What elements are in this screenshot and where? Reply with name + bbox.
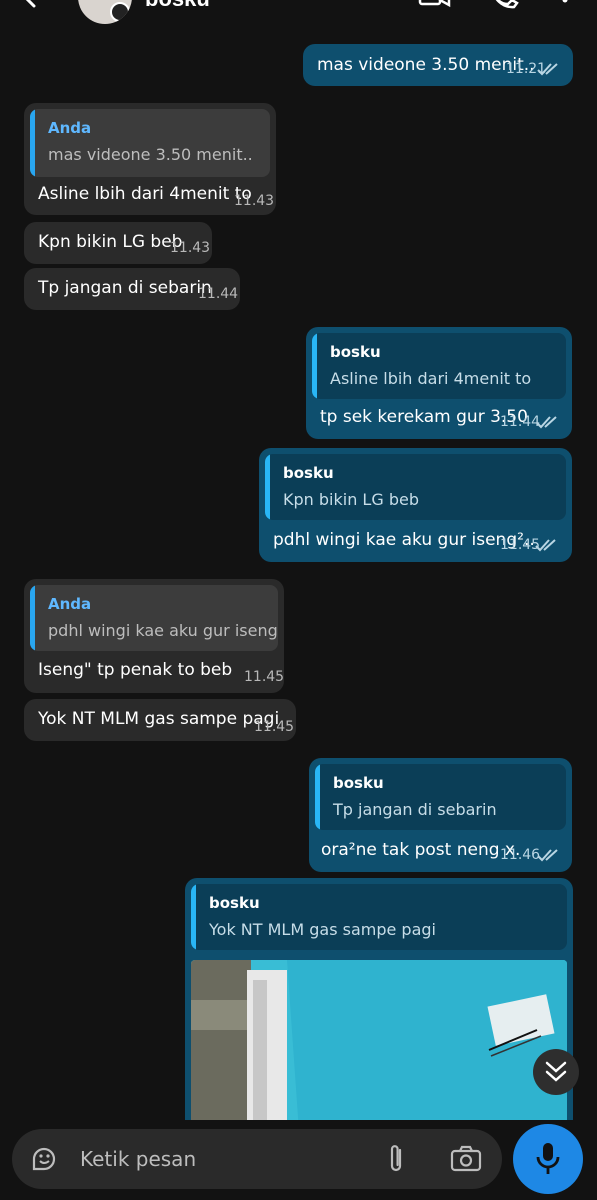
quote-text: mas videone 3.50 menit.. xyxy=(48,145,253,164)
video-call-icon[interactable] xyxy=(418,0,452,16)
double-chevron-down-icon xyxy=(545,1061,567,1082)
avatar[interactable] xyxy=(78,0,132,24)
attach-icon[interactable] xyxy=(384,1144,408,1174)
quote-author: Anda xyxy=(48,595,92,613)
voice-record-button[interactable] xyxy=(513,1124,583,1194)
camera-icon[interactable] xyxy=(450,1145,482,1173)
message-bubble[interactable]: bosku Yok NT MLM gas sampe pagi xyxy=(185,878,573,1120)
scroll-to-bottom-button[interactable] xyxy=(533,1049,579,1095)
message-time: 11.45 xyxy=(254,719,295,735)
more-options-icon[interactable] xyxy=(555,0,575,16)
message-bubble[interactable]: bosku Tp jangan di sebarin ora²ne tak po… xyxy=(309,758,572,872)
back-arrow-icon[interactable] xyxy=(18,0,54,20)
reply-quote[interactable]: bosku Kpn bikin LG beb xyxy=(265,454,566,520)
voice-call-icon[interactable] xyxy=(490,0,524,16)
reply-quote[interactable]: bosku Yok NT MLM gas sampe pagi xyxy=(191,884,567,950)
read-ticks-icon xyxy=(537,63,558,76)
message-bubble[interactable]: Anda pdhl wingi kae aku gur iseng².. Ise… xyxy=(24,579,284,693)
message-bubble[interactable]: Tp jangan di sebarin 11.44 xyxy=(24,268,240,310)
quote-author: bosku xyxy=(330,343,381,361)
quote-author: bosku xyxy=(333,774,384,792)
quote-text: pdhl wingi kae aku gur iseng².. xyxy=(48,621,278,640)
read-ticks-icon xyxy=(535,539,556,552)
message-time: 11.43 xyxy=(234,193,275,209)
quote-text: Asline lbih dari 4menit to xyxy=(330,369,532,388)
message-text: Asline lbih dari 4menit to xyxy=(38,184,252,204)
message-text: Iseng" tp penak to beb xyxy=(38,660,233,680)
message-text: mas videone 3.50 menit.. xyxy=(317,55,535,75)
photo-attachment[interactable] xyxy=(191,960,567,1120)
message-bubble[interactable]: bosku Kpn bikin LG beb pdhl wingi kae ak… xyxy=(259,448,572,562)
message-placeholder: Ketik pesan xyxy=(80,1147,197,1171)
reply-quote[interactable]: Anda mas videone 3.50 menit.. xyxy=(30,109,270,177)
message-bubble[interactable]: bosku Asline lbih dari 4menit to tp sek … xyxy=(306,327,572,439)
message-text: tp sek kerekam gur 3.50 xyxy=(320,407,528,427)
reply-quote[interactable]: bosku Asline lbih dari 4menit to xyxy=(312,333,566,399)
contact-name[interactable]: bosku xyxy=(145,0,210,12)
message-list[interactable]: mas videone 3.50 menit.. 11.21 Anda mas … xyxy=(0,36,597,1120)
microphone-icon xyxy=(536,1143,560,1174)
message-bubble[interactable]: Kpn bikin LG beb 11.43 xyxy=(24,222,212,264)
quote-text: Kpn bikin LG beb xyxy=(283,490,419,509)
quote-bar xyxy=(312,333,317,399)
message-time: 11.46 xyxy=(500,847,541,863)
message-time: 11.44 xyxy=(500,414,541,430)
message-input[interactable]: Ketik pesan xyxy=(12,1129,502,1189)
message-text: Kpn bikin LG beb xyxy=(38,232,183,252)
quote-bar xyxy=(191,884,196,950)
message-composer: Ketik pesan xyxy=(0,1120,597,1200)
quote-bar xyxy=(30,109,35,177)
message-text: ora²ne tak post neng x. xyxy=(321,840,521,860)
quote-text: Yok NT MLM gas sampe pagi xyxy=(209,920,436,939)
quote-bar xyxy=(315,764,320,830)
message-text: Tp jangan di sebarin xyxy=(38,278,212,298)
quote-bar xyxy=(265,454,270,520)
read-ticks-icon xyxy=(536,416,557,429)
message-time: 11.45 xyxy=(244,669,285,685)
reply-quote[interactable]: Anda pdhl wingi kae aku gur iseng².. xyxy=(30,585,278,651)
message-bubble[interactable]: mas videone 3.50 menit.. 11.21 xyxy=(303,44,573,86)
message-text: Yok NT MLM gas sampe pagi xyxy=(38,709,280,729)
read-ticks-icon xyxy=(537,849,558,862)
timer-badge-icon xyxy=(110,2,130,22)
quote-author: bosku xyxy=(283,464,334,482)
quote-author: bosku xyxy=(209,894,260,912)
message-bubble[interactable]: Anda mas videone 3.50 menit.. Asline lbi… xyxy=(24,103,276,215)
message-time: 11.44 xyxy=(198,286,239,302)
quote-text: Tp jangan di sebarin xyxy=(333,800,497,819)
quote-author: Anda xyxy=(48,119,92,137)
reply-quote[interactable]: bosku Tp jangan di sebarin xyxy=(315,764,566,830)
chat-header: bosku xyxy=(0,0,597,36)
photo-image xyxy=(191,960,567,1120)
sticker-icon[interactable] xyxy=(30,1145,58,1173)
quote-bar xyxy=(30,585,35,651)
message-text: pdhl wingi kae aku gur iseng².. xyxy=(273,530,535,550)
message-time: 11.43 xyxy=(170,240,211,256)
message-bubble[interactable]: Yok NT MLM gas sampe pagi 11.45 xyxy=(24,699,296,741)
